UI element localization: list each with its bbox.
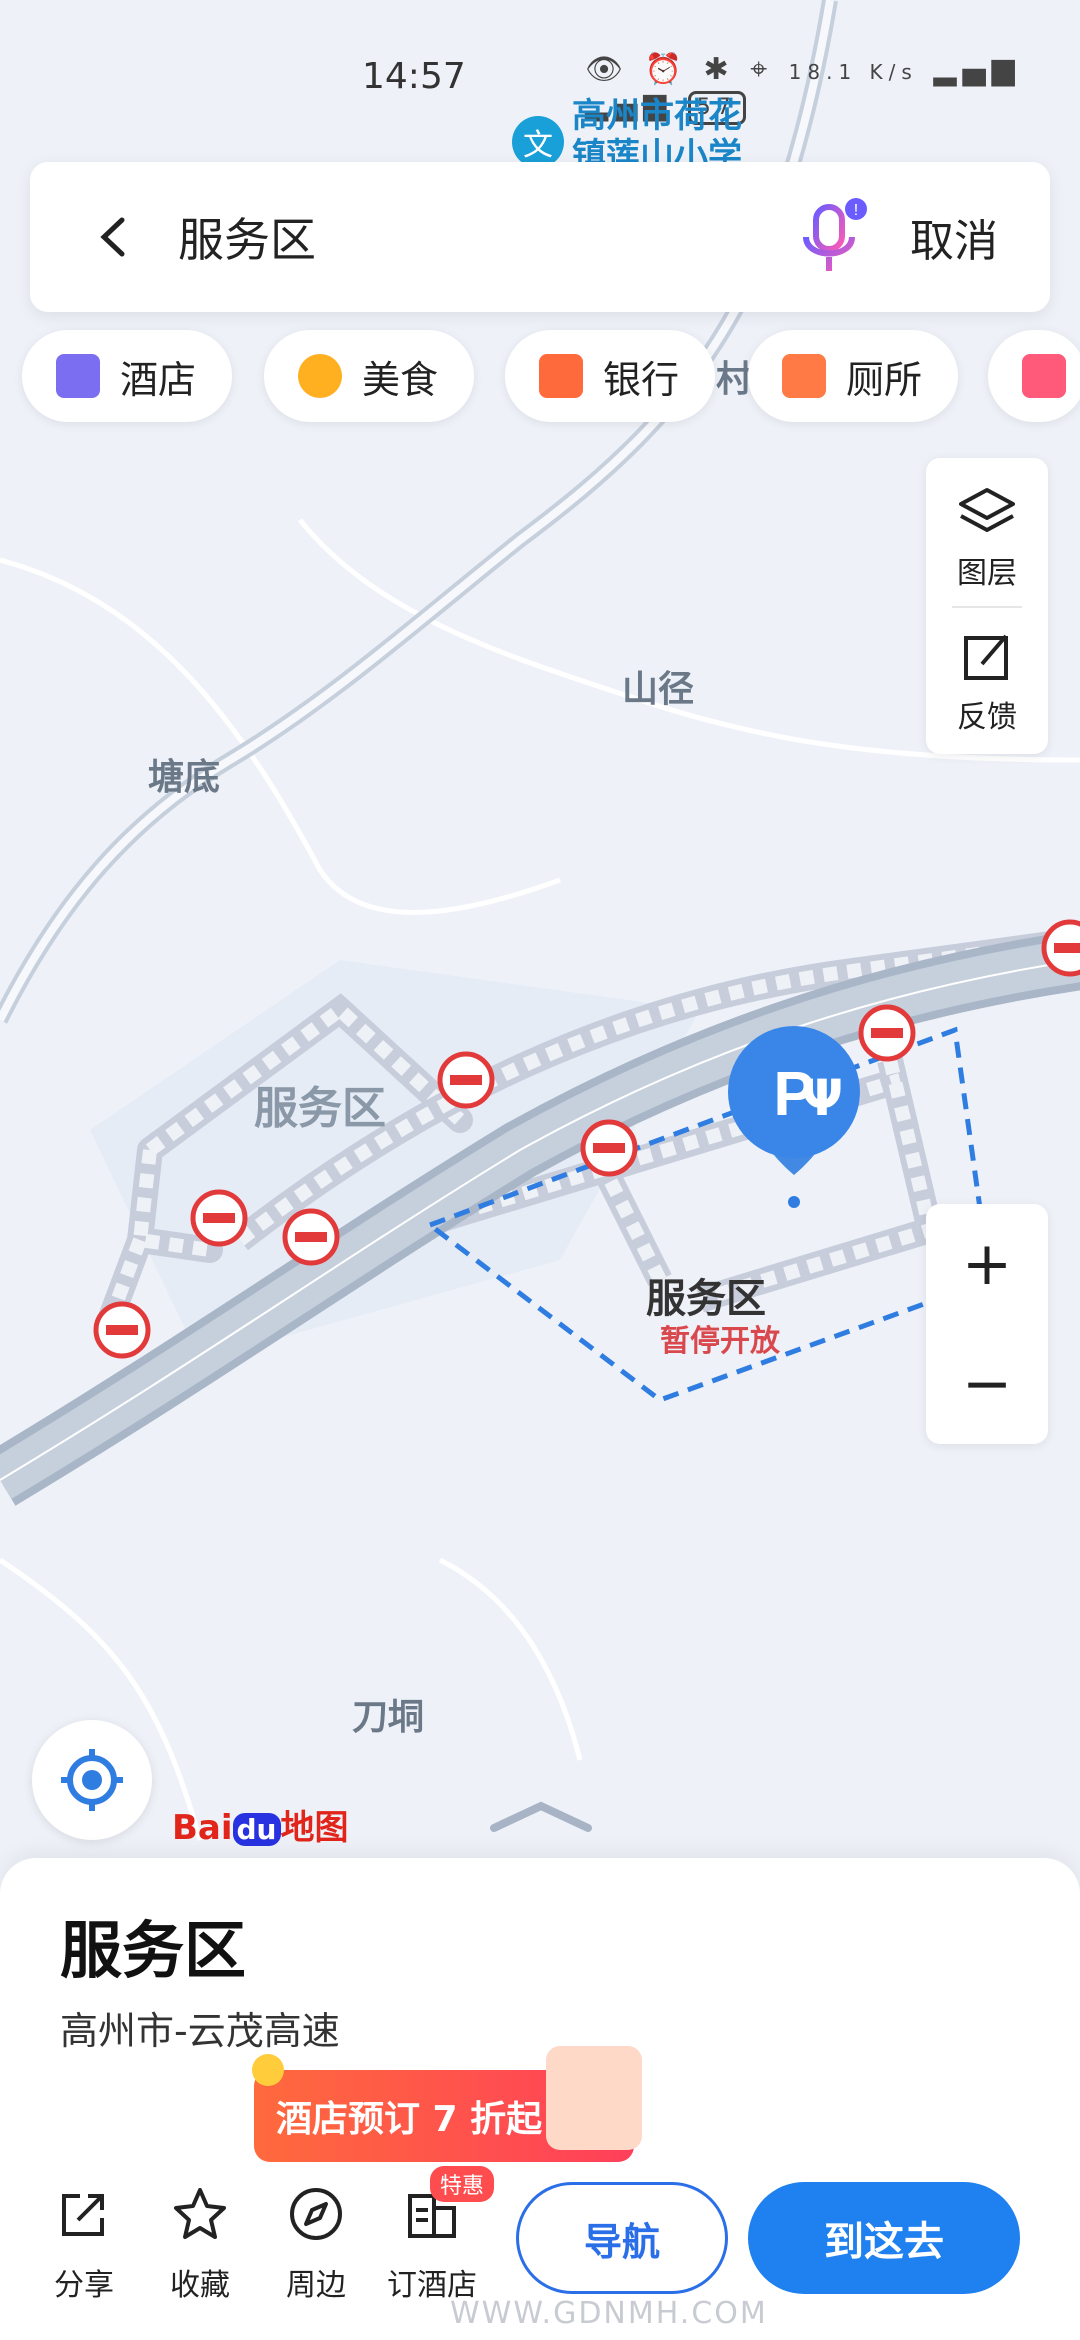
toilet-icon xyxy=(782,354,826,398)
chip-label: 厕所 xyxy=(846,357,923,402)
cancel-button[interactable]: 取消 xyxy=(910,205,998,269)
no-entry-marker xyxy=(93,1301,151,1359)
share-icon xyxy=(62,2194,104,2236)
chip-label: 美食 xyxy=(362,357,439,402)
gift-icon xyxy=(546,2046,642,2150)
baidu-map-logo: Bai du 地图 xyxy=(172,1808,349,1848)
hotel-discount-badge: 特惠 xyxy=(430,2166,495,2202)
no-entry-marker xyxy=(190,1189,248,1247)
bank-icon xyxy=(539,354,583,398)
nearby-button[interactable]: 周边 xyxy=(268,2186,364,2304)
microphone-icon[interactable]: ! xyxy=(798,197,868,277)
share-button[interactable]: 分享 xyxy=(36,2186,132,2304)
culture-icon: 文 xyxy=(512,116,564,168)
no-entry-marker xyxy=(437,1051,495,1109)
eye-icon: 👁 xyxy=(585,52,630,87)
chip-label: 银行 xyxy=(603,357,680,402)
status-time: 14:57 xyxy=(362,56,466,97)
chip-food[interactable]: 美食 xyxy=(264,330,475,422)
star-icon xyxy=(174,2188,226,2239)
svg-text:Ψ: Ψ xyxy=(801,1069,843,1127)
feedback-label: 反馈 xyxy=(957,700,1017,735)
feedback-button[interactable]: 反馈 xyxy=(926,630,1048,736)
coin-icon xyxy=(252,2054,284,2086)
service-status-text: 暂停开放 xyxy=(660,1324,780,1359)
layers-icon xyxy=(959,488,1015,532)
search-input[interactable]: 服务区 xyxy=(178,204,798,270)
layers-label: 图层 xyxy=(957,556,1017,591)
map-label-village: 村 xyxy=(716,359,753,400)
watermark: WWW.GDNMH.COM xyxy=(450,2296,768,2331)
chip-bank[interactable]: 银行 xyxy=(505,330,716,422)
no-entry-marker xyxy=(580,1119,638,1177)
map-label-shanjing: 山径 xyxy=(622,669,695,710)
book-hotel-button[interactable]: 订酒店 xyxy=(384,2186,480,2304)
zoom-out-button[interactable]: − xyxy=(926,1324,1048,1444)
zoom-controls: + − xyxy=(926,1204,1048,1444)
chip-hotel[interactable]: 酒店 xyxy=(22,330,233,422)
sheet-expand-icon[interactable] xyxy=(488,1798,594,1834)
layers-button[interactable]: 图层 xyxy=(926,486,1048,592)
locate-button[interactable] xyxy=(32,1720,152,1840)
favorite-label: 收藏 xyxy=(170,2268,230,2303)
net-speed: 18.1 K/s xyxy=(788,60,918,84)
place-subtitle: 高州市-云茂高速 xyxy=(60,2009,340,2053)
map-label-tangdi: 塘底 xyxy=(148,757,221,798)
compass-icon xyxy=(290,2188,342,2240)
locate-icon xyxy=(61,1749,123,1811)
navigate-button[interactable]: 导航 xyxy=(516,2182,728,2294)
signal-icon: ▂▄▆ xyxy=(933,52,1021,87)
map-label-service-area-left: 服务区 xyxy=(254,1083,386,1134)
nearby-label: 周边 xyxy=(286,2268,346,2303)
back-icon[interactable] xyxy=(92,214,138,260)
favorite-button[interactable]: 收藏 xyxy=(152,2186,248,2304)
no-entry-marker xyxy=(858,1004,916,1062)
search-bar: 服务区 ! 取消 xyxy=(30,162,1050,312)
zoom-in-button[interactable]: + xyxy=(926,1204,1048,1324)
share-label: 分享 xyxy=(54,2268,114,2303)
map-tools-panel: 图层 反馈 xyxy=(926,458,1048,754)
svg-text:!: ! xyxy=(854,202,858,219)
bluetooth-icon: ✱ xyxy=(703,52,735,87)
divider xyxy=(952,606,1022,608)
map-label-daojiong: 刀垌 xyxy=(352,1697,425,1738)
go-here-button[interactable]: 到这去 xyxy=(748,2182,1020,2294)
no-entry-marker xyxy=(282,1208,340,1266)
chip-label: 酒店 xyxy=(120,357,197,402)
game-icon xyxy=(1022,354,1066,398)
location-icon: ⌖ xyxy=(750,52,774,87)
no-entry-marker xyxy=(1041,919,1080,977)
feedback-icon xyxy=(964,634,1008,680)
food-icon xyxy=(298,354,342,398)
place-title: 服务区 xyxy=(60,1914,247,1987)
chip-toilet[interactable]: 厕所 xyxy=(748,330,959,422)
promo-text: 酒店预订 7 折起 xyxy=(276,2099,543,2140)
hotel-icon xyxy=(56,354,100,398)
chip-game[interactable] xyxy=(988,330,1080,422)
alarm-icon: ⏰ xyxy=(644,52,688,87)
